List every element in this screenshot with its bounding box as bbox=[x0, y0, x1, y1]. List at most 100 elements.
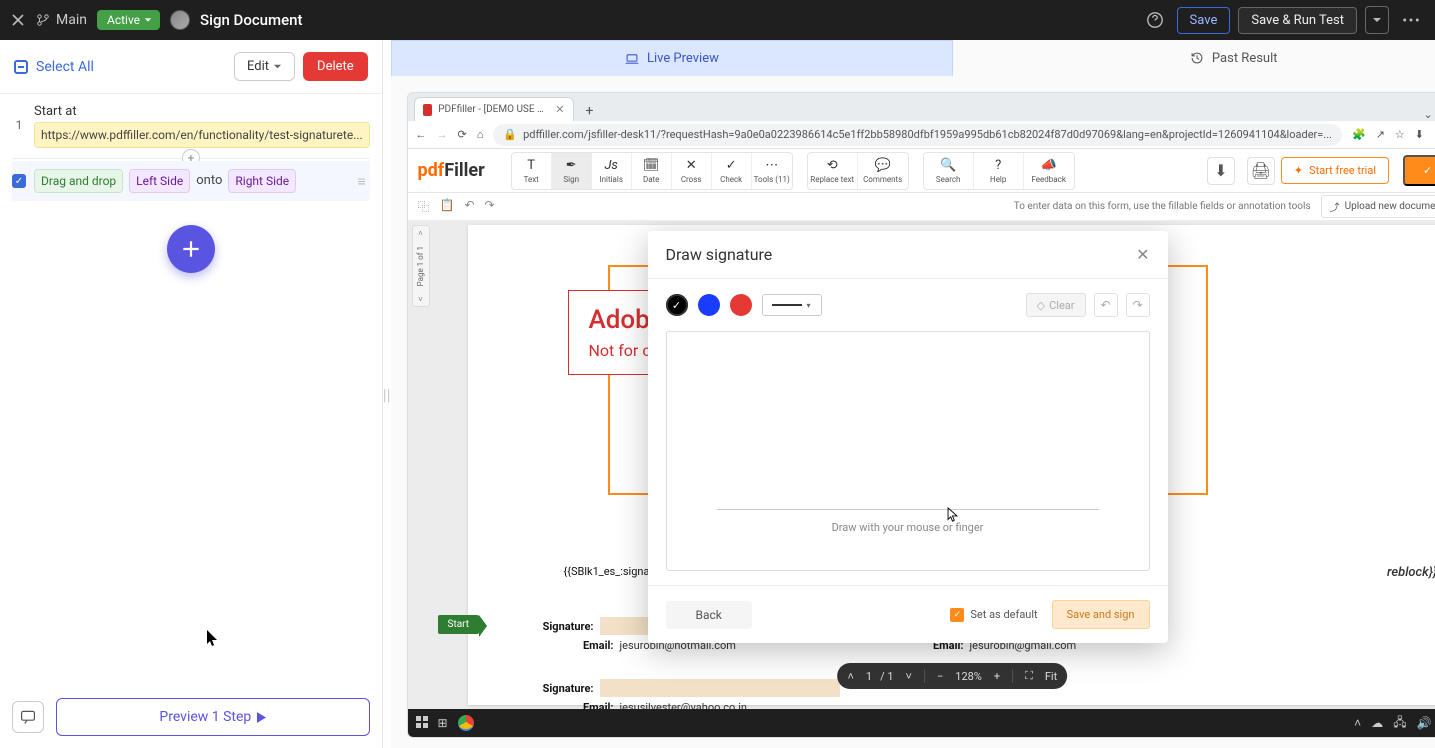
run-dropdown[interactable] bbox=[1365, 6, 1389, 34]
save-button[interactable]: Save bbox=[1177, 7, 1231, 34]
redo-icon[interactable]: ↷ bbox=[485, 198, 495, 215]
tool-more[interactable]: ⋯Tools (11) bbox=[752, 153, 792, 189]
tool-date[interactable]: 🗓Date bbox=[632, 153, 672, 189]
modal-close-icon[interactable]: ✕ bbox=[1136, 245, 1149, 264]
status-pill[interactable]: Active bbox=[97, 10, 160, 30]
select-all-toggle[interactable]: Select All bbox=[14, 59, 94, 75]
avatar[interactable] bbox=[170, 10, 190, 30]
step-row[interactable]: 1 Start at https://www.pdffiller.com/en/… bbox=[12, 94, 370, 156]
step-checkbox[interactable]: ✓ bbox=[12, 174, 26, 188]
tool-search[interactable]: 🔍Search bbox=[924, 153, 974, 189]
nav-forward-icon[interactable]: → bbox=[437, 128, 448, 141]
download-icon[interactable]: ⬇ bbox=[1415, 128, 1424, 141]
page-down-icon[interactable]: ˅ bbox=[418, 292, 423, 306]
color-swatch-blue[interactable] bbox=[698, 294, 720, 316]
tool-replace-text[interactable]: ⟲Replace text bbox=[808, 153, 858, 189]
arg-tag: Left Side bbox=[129, 169, 190, 193]
tool-help[interactable]: ?Help bbox=[974, 153, 1024, 189]
share-icon[interactable]: ↗ bbox=[1376, 128, 1385, 141]
stroke-width-select[interactable]: ▾ bbox=[762, 294, 822, 316]
tool-initials[interactable]: JsInitials bbox=[592, 153, 632, 189]
extension-icon[interactable]: 🧩 bbox=[1352, 128, 1366, 141]
reload-icon[interactable]: ⟳ bbox=[458, 128, 467, 141]
start-flag[interactable]: Start bbox=[438, 615, 480, 634]
page-up-icon[interactable]: ˄ bbox=[418, 226, 423, 240]
tool-feedback[interactable]: 📣Feedback bbox=[1024, 153, 1074, 189]
back-button[interactable]: Back bbox=[666, 601, 752, 629]
tray-cloud-icon[interactable]: ☁ bbox=[1371, 716, 1383, 730]
step-row[interactable]: ✓ Drag and drop Left Side onto Right Sid… bbox=[12, 161, 370, 201]
more-icon[interactable] bbox=[1397, 6, 1425, 34]
browser-frame: PDFfiller - [DEMO USE ONLY] M ✕ + ⌄ — □ … bbox=[407, 92, 1435, 738]
hint-message: To enter data on this form, use the fill… bbox=[1014, 201, 1311, 212]
pdffiller-logo[interactable]: pdfFiller bbox=[418, 160, 485, 181]
done-button[interactable]: ✓DONE bbox=[1403, 155, 1435, 186]
bookmark-icon[interactable]: ☆ bbox=[1395, 128, 1405, 141]
help-icon[interactable] bbox=[1141, 6, 1169, 34]
page-prev-icon[interactable]: ˄ bbox=[847, 670, 853, 683]
tray-chevron-icon[interactable]: ˄ bbox=[1354, 716, 1361, 730]
url-field[interactable]: 🔒 pdffiller.com/jsfiller-desk11/?request… bbox=[493, 124, 1342, 146]
print-button[interactable]: 🖨 bbox=[1247, 157, 1275, 185]
chat-button[interactable] bbox=[12, 701, 44, 733]
tray-volume-icon[interactable]: 🔊 bbox=[1417, 716, 1432, 730]
fit-icon[interactable]: ⛶ bbox=[1025, 669, 1033, 683]
save-run-button[interactable]: Save & Run Test bbox=[1238, 7, 1357, 34]
page-navigator[interactable]: ˄ Page 1 of 1 ˅ bbox=[412, 225, 430, 307]
clear-button[interactable]: ◇Clear bbox=[1026, 293, 1086, 317]
start-menu-icon[interactable] bbox=[416, 716, 428, 731]
upload-document-button[interactable]: ⤴Upload new document bbox=[1321, 195, 1435, 218]
tool-comments[interactable]: 💬Comments bbox=[858, 153, 908, 189]
color-swatch-red[interactable] bbox=[730, 294, 752, 316]
home-icon[interactable]: ⌂ bbox=[477, 128, 484, 141]
chrome-taskbar-icon[interactable] bbox=[458, 715, 474, 731]
paste-icon[interactable]: 📋 bbox=[440, 198, 455, 215]
browser-tab[interactable]: PDFfiller - [DEMO USE ONLY] M ✕ bbox=[414, 97, 574, 121]
add-step-button[interactable] bbox=[167, 225, 215, 273]
nav-back-icon[interactable]: ← bbox=[416, 128, 427, 141]
steps-panel: Select All Edit Delete 1 Start at https:… bbox=[0, 40, 383, 748]
field-label: Signature: bbox=[526, 682, 594, 695]
zoom-in-icon[interactable]: + bbox=[994, 670, 1000, 683]
zoom-out-icon[interactable]: − bbox=[937, 670, 943, 683]
field-label: Email: bbox=[546, 639, 614, 652]
color-swatch-black[interactable] bbox=[666, 294, 688, 316]
copy-icon[interactable]: ⿻ bbox=[418, 198, 430, 215]
redo-icon[interactable]: ↷ bbox=[1126, 293, 1150, 317]
tab-past-result[interactable]: Past Result bbox=[953, 40, 1435, 76]
tabs-dropdown-icon[interactable]: ⌄ bbox=[1423, 108, 1432, 121]
undo-icon[interactable]: ↶ bbox=[464, 198, 474, 215]
start-trial-button[interactable]: ✦Start free trial bbox=[1281, 157, 1389, 184]
modal-title: Draw signature bbox=[666, 245, 773, 264]
signature-line bbox=[717, 509, 1099, 510]
set-default-checkbox[interactable]: ✓Set as default bbox=[950, 608, 1037, 622]
eraser-icon: ◇ bbox=[1037, 299, 1045, 312]
delete-button[interactable]: Delete bbox=[303, 52, 368, 81]
close-tab-icon[interactable]: ✕ bbox=[555, 103, 564, 116]
pane-splitter[interactable]: || bbox=[383, 40, 391, 748]
signature-canvas[interactable]: Draw with your mouse or finger bbox=[666, 331, 1150, 571]
tool-cross[interactable]: ✕Cross bbox=[672, 153, 712, 189]
preview-steps-button[interactable]: Preview 1 Step bbox=[56, 698, 370, 736]
tool-sign[interactable]: ✒Sign bbox=[552, 153, 592, 189]
download-button[interactable]: ⬇ bbox=[1207, 157, 1235, 185]
tool-text[interactable]: TText bbox=[512, 153, 552, 189]
drag-handle-icon[interactable]: ≡ bbox=[354, 173, 370, 190]
branch-indicator[interactable]: Main bbox=[36, 12, 87, 28]
tray-network-icon[interactable]: 🖧 bbox=[1393, 713, 1406, 734]
select-all-checkbox[interactable] bbox=[14, 60, 28, 74]
tool-check[interactable]: ✓Check bbox=[712, 153, 752, 189]
new-tab-button[interactable]: + bbox=[580, 101, 600, 121]
undo-icon[interactable]: ↶ bbox=[1094, 293, 1118, 317]
signature-field[interactable] bbox=[600, 679, 840, 697]
page-next-icon[interactable]: ˅ bbox=[906, 670, 912, 683]
save-sign-button[interactable]: Save and sign bbox=[1052, 600, 1150, 629]
task-view-icon[interactable]: ⊞ bbox=[438, 716, 448, 730]
step-url-chip[interactable]: https://www.pdffiller.com/en/functionali… bbox=[34, 122, 370, 148]
tab-live-preview[interactable]: Live Preview bbox=[391, 40, 954, 76]
step-divider: + bbox=[12, 158, 370, 159]
canvas-hint: Draw with your mouse or finger bbox=[667, 521, 1149, 534]
close-icon[interactable] bbox=[10, 12, 26, 28]
edit-button[interactable]: Edit bbox=[234, 52, 295, 81]
document-area: ˄ Page 1 of 1 ˅ Adobe Sig Not for comme … bbox=[408, 221, 1435, 709]
